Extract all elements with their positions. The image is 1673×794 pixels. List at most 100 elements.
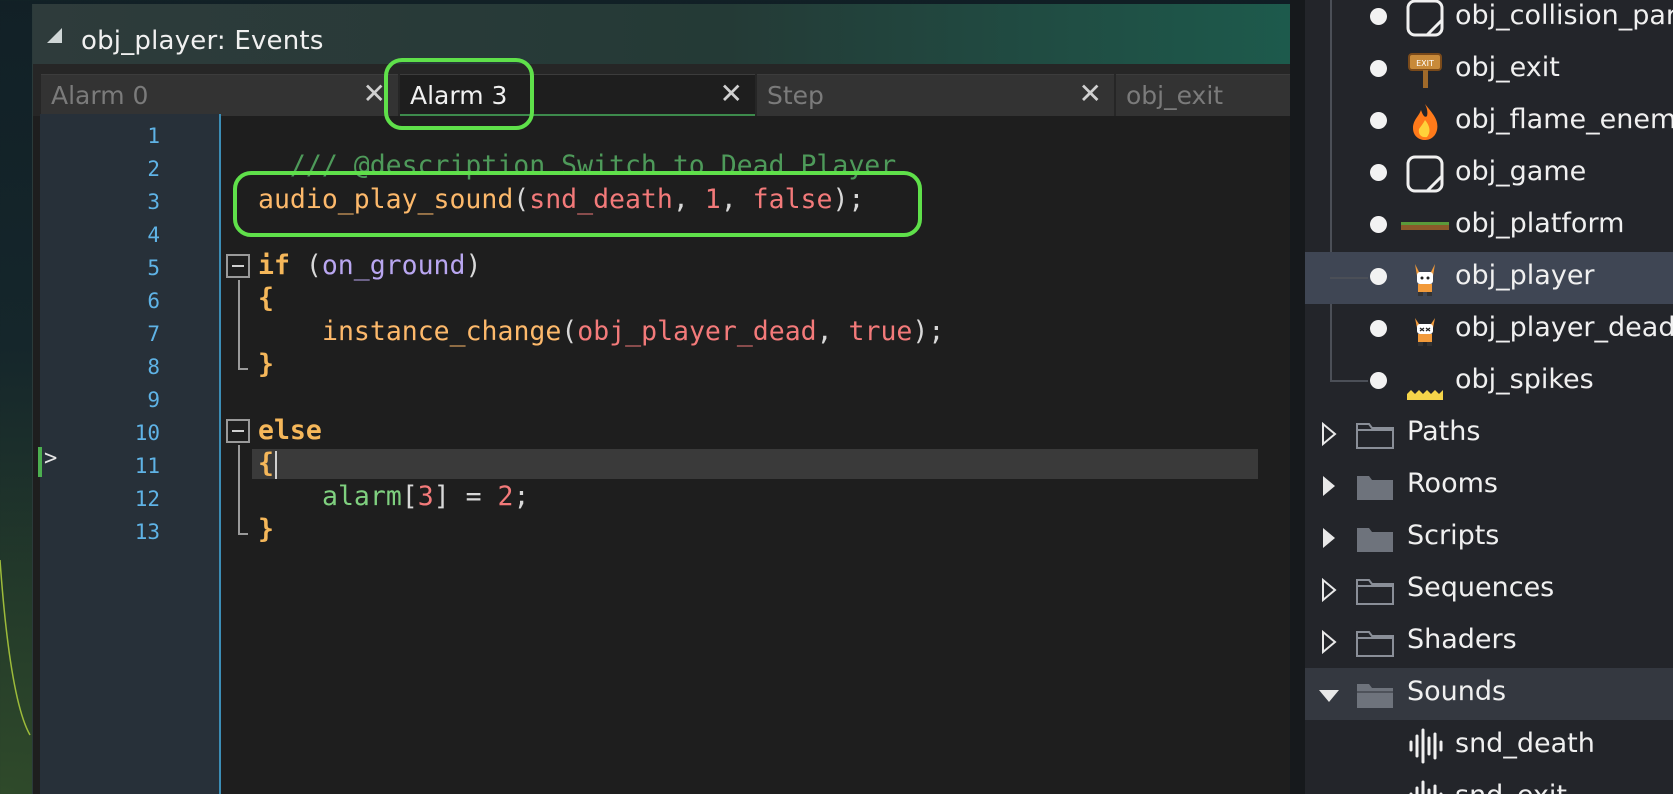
asset-item-obj-platform[interactable]: obj_platform xyxy=(1305,200,1673,252)
folder-paths[interactable]: Paths xyxy=(1305,408,1673,460)
asset-item-obj-player[interactable]: obj_player xyxy=(1305,252,1673,304)
code-line-13[interactable]: } xyxy=(258,514,274,546)
tree-guide xyxy=(1330,380,1368,382)
asset-label: snd_death xyxy=(1455,728,1595,759)
tab-alarm-0[interactable]: Alarm 0 ✕ xyxy=(41,74,398,116)
folder-sounds[interactable]: Sounds xyxy=(1305,668,1673,720)
object-resource: obj_player_dead xyxy=(577,316,817,347)
collapse-icon[interactable] xyxy=(226,419,250,443)
asset-label: obj_player_dead xyxy=(1455,312,1673,343)
code-line-6[interactable]: { xyxy=(258,283,274,315)
exit-sign-icon: EXIT xyxy=(1408,53,1442,88)
chevron-right-icon[interactable] xyxy=(1317,578,1341,602)
folder-scripts[interactable]: Scripts xyxy=(1305,512,1673,564)
editor-titlebar[interactable]: obj_player: Events xyxy=(33,4,1290,64)
gutter-divider xyxy=(219,114,221,794)
semicolon: ; xyxy=(513,481,530,512)
code-line-10[interactable]: else xyxy=(258,415,322,447)
brace: } xyxy=(258,349,274,380)
code-line-11[interactable]: { xyxy=(258,448,274,480)
folder-label: Sequences xyxy=(1407,572,1555,603)
square-sprite-icon xyxy=(1406,0,1444,37)
asset-item-snd-death[interactable]: snd_death xyxy=(1305,720,1673,772)
code-line-8[interactable]: } xyxy=(258,349,274,381)
code-line-5[interactable]: if (on_ground) xyxy=(258,250,481,282)
sound-wave-icon xyxy=(1409,780,1443,794)
asset-item-obj-collision-par[interactable]: obj_collision_par xyxy=(1305,0,1673,44)
asset-item-obj-flame-enemy[interactable]: obj_flame_enemy xyxy=(1305,96,1673,148)
chevron-down-icon[interactable] xyxy=(1317,684,1341,708)
event-tab-bar: Alarm 0 ✕ Alarm 3 ✕ Step ✕ obj_exit xyxy=(33,64,1291,116)
bullet-icon xyxy=(1370,164,1387,181)
collapse-icon[interactable] xyxy=(226,254,250,278)
code-line-12[interactable]: alarm[3] = 2; xyxy=(322,481,529,513)
close-icon[interactable]: ✕ xyxy=(1079,79,1102,109)
tab-highlight-annotation xyxy=(384,58,534,130)
asset-label: snd_exit xyxy=(1455,780,1567,794)
current-line-marker xyxy=(38,447,42,477)
folder-shaders[interactable]: Shaders xyxy=(1305,616,1673,668)
fold-guide-end xyxy=(238,368,248,370)
function-name: instance_change xyxy=(322,316,562,347)
bracket: [ xyxy=(401,481,418,512)
chevron-right-icon[interactable] xyxy=(1317,526,1341,550)
asset-item-obj-game[interactable]: obj_game xyxy=(1305,148,1673,200)
asset-label: obj_flame_enemy xyxy=(1455,104,1673,135)
code-line-7[interactable]: instance_change(obj_player_dead, true); xyxy=(322,316,944,348)
code-highlight-annotation xyxy=(233,171,922,237)
tab-label: obj_exit xyxy=(1126,81,1224,110)
brace: { xyxy=(258,448,274,479)
line-number: 8 xyxy=(147,355,160,379)
folder-label: Rooms xyxy=(1407,468,1498,499)
line-number: 12 xyxy=(134,487,160,511)
asset-label: obj_spikes xyxy=(1455,364,1594,395)
asset-label: obj_exit xyxy=(1455,52,1560,83)
line-number: 13 xyxy=(134,520,160,544)
folder-label: Scripts xyxy=(1407,520,1500,551)
comma: , xyxy=(816,316,849,347)
variable: on_ground xyxy=(321,250,466,281)
folder-outline-icon xyxy=(1356,631,1394,657)
close-icon[interactable]: ✕ xyxy=(720,79,743,109)
tab-step[interactable]: Step ✕ xyxy=(757,74,1114,116)
line-number: 1 xyxy=(147,124,160,148)
assign: ] = xyxy=(433,481,498,512)
folder-label: Paths xyxy=(1407,416,1481,447)
chevron-right-icon[interactable] xyxy=(1317,422,1341,446)
svg-text:EXIT: EXIT xyxy=(1416,59,1434,68)
line-number: 5 xyxy=(147,256,160,280)
fold-guide xyxy=(238,280,240,370)
asset-item-obj-player-dead[interactable]: obj_player_dead xyxy=(1305,304,1673,356)
close-icon[interactable]: ✕ xyxy=(363,79,386,109)
sound-wave-icon xyxy=(1409,728,1443,764)
chevron-right-icon[interactable] xyxy=(1317,474,1341,498)
chevron-right-icon[interactable] xyxy=(1317,630,1341,654)
brace: } xyxy=(258,514,274,545)
bullet-icon xyxy=(1370,268,1387,285)
current-line-arrow-icon: > xyxy=(44,446,58,471)
paren: ( xyxy=(289,250,322,281)
asset-item-obj-spikes[interactable]: obj_spikes xyxy=(1305,356,1673,408)
folder-sequences[interactable]: Sequences xyxy=(1305,564,1673,616)
asset-item-snd-exit[interactable]: snd_exit xyxy=(1305,772,1673,794)
value-number: 2 xyxy=(497,481,514,512)
keyword: if xyxy=(258,250,290,281)
line-number: 6 xyxy=(147,289,160,313)
current-line-highlight xyxy=(252,449,1258,479)
editor-title: obj_player: Events xyxy=(81,26,324,56)
bullet-icon xyxy=(1370,320,1387,337)
player-dead-sprite-icon xyxy=(1415,318,1435,346)
square-sprite-icon xyxy=(1406,155,1444,193)
line-number: 7 xyxy=(147,322,160,346)
panel-divider[interactable] xyxy=(1290,0,1305,794)
folder-rooms[interactable]: Rooms xyxy=(1305,460,1673,512)
player-sprite-icon xyxy=(1415,264,1435,296)
text-cursor xyxy=(275,451,277,479)
paren: ( xyxy=(561,316,578,347)
tab-obj-exit[interactable]: obj_exit xyxy=(1116,74,1291,116)
asset-item-obj-exit[interactable]: EXIT obj_exit xyxy=(1305,44,1673,96)
resize-corner-icon[interactable] xyxy=(47,28,62,43)
flame-icon xyxy=(1413,104,1438,140)
line-number: 11 xyxy=(134,454,160,478)
paren-end: ); xyxy=(912,316,945,347)
